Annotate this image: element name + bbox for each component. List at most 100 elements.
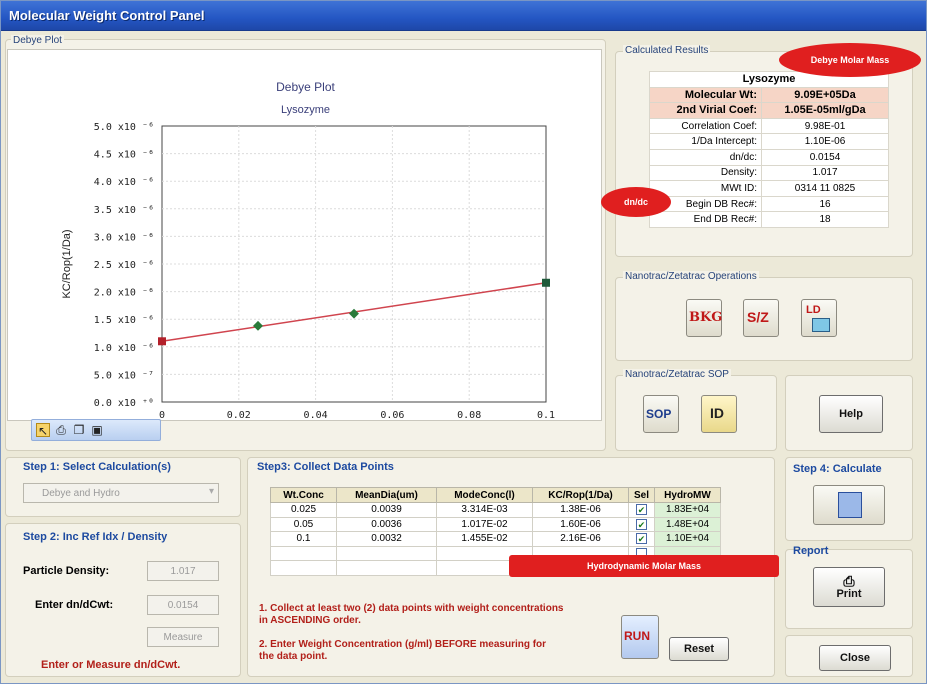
column-header: Wt.Conc — [270, 487, 337, 503]
print-icon[interactable]: ⎙ — [54, 423, 68, 437]
calculator-icon — [838, 492, 862, 518]
printer-icon: ⎙ — [843, 573, 855, 589]
step1-label: Step 1: Select Calculation(s) — [23, 461, 171, 473]
y-tick-label: 0.0 x10 ⁺⁰ — [94, 398, 154, 409]
cell[interactable]: 0.025 — [270, 502, 337, 518]
dndc-callout: dn/dc — [601, 187, 671, 217]
sz-button[interactable]: S/Z — [743, 299, 779, 337]
dndc-input[interactable]: 0.0154 — [147, 595, 219, 615]
column-header: MeanDia(um) — [336, 487, 437, 503]
id-icon: ID — [710, 405, 724, 421]
result-value: 16 — [761, 195, 889, 213]
y-tick-label: 2.5 x10 ⁻⁶ — [94, 260, 154, 271]
step3-note-1: 1. Collect at least two (2) data points … — [259, 603, 564, 626]
help-button[interactable]: Help — [819, 395, 883, 433]
step2-label: Step 2: Inc Ref Idx / Density — [23, 531, 168, 543]
cell[interactable] — [270, 545, 337, 561]
result-key: End DB Rec#: — [649, 211, 762, 228]
run-button[interactable]: RUN — [621, 615, 659, 659]
debye-molar-mass-callout: Debye Molar Mass — [779, 43, 921, 77]
cell: ✔ — [628, 531, 655, 547]
close-button[interactable]: Close — [819, 645, 891, 671]
results-group-label: Calculated Results — [623, 45, 711, 56]
x-axis-label: Weight Concentration — [301, 421, 407, 422]
window-title: Molecular Weight Control Panel — [9, 8, 205, 23]
column-header: HydroMW — [654, 487, 721, 503]
reset-button[interactable]: Reset — [669, 637, 729, 661]
results-table: Lysozyme Molecular Wt: 9.09E+05Da 2nd Vir… — [649, 71, 889, 228]
x-tick-label: 0.08 — [457, 410, 481, 421]
result-value: 1.017 — [761, 164, 889, 182]
y-tick-label: 1.5 x10 ⁻⁶ — [94, 315, 154, 326]
y-tick-label: 2.0 x10 ⁻⁶ — [94, 288, 154, 299]
x-tick-label: 0.04 — [304, 410, 328, 421]
cell: 2.16E-06 — [532, 531, 629, 547]
result-value: 18 — [761, 211, 889, 228]
y-tick-label: 5.0 x10 ⁻⁶ — [94, 122, 154, 133]
intercept-point — [158, 337, 166, 346]
print-button[interactable]: ⎙ Print — [813, 567, 885, 607]
beaker-icon — [812, 318, 830, 332]
cell[interactable]: 0.05 — [270, 516, 337, 532]
cell: 0.0036 — [336, 516, 437, 532]
pointer-icon[interactable]: ↖ — [36, 423, 50, 438]
table-row[interactable]: 0.05 0.0036 1.017E-02 1.60E-06 ✔ 1.48E+0… — [270, 516, 721, 532]
y-tick-label: 3.5 x10 ⁻⁶ — [94, 205, 154, 216]
calculation-select-value: Debye and Hydro — [42, 487, 120, 499]
sop-group — [615, 375, 777, 451]
cell: 1.10E+04 — [654, 531, 721, 547]
result-value: 1.10E-06 — [761, 133, 889, 150]
cell: 0.0039 — [336, 502, 437, 518]
debye-plot-group-label: Debye Plot — [11, 35, 64, 46]
y-tick-label: 4.5 x10 ⁻⁶ — [94, 150, 154, 161]
load-button[interactable]: LD — [801, 299, 837, 337]
ld-icon: LD — [806, 304, 821, 316]
result-key: Molecular Wt: — [649, 86, 762, 104]
step2-hint: Enter or Measure dn/dCwt. — [41, 659, 181, 671]
cell: 3.314E-03 — [436, 502, 533, 518]
calculation-select[interactable]: Debye and Hydro ▾ — [23, 483, 219, 503]
bkg-icon: BKG — [689, 310, 723, 325]
background-button[interactable]: BKG — [686, 299, 722, 337]
sop-group-label: Nanotrac/Zetatrac SOP — [623, 369, 731, 380]
title-bar[interactable]: Molecular Weight Control Panel — [1, 1, 926, 31]
result-value: 1.05E-05ml/gDa — [761, 102, 889, 119]
cell: 1.83E+04 — [654, 502, 721, 518]
sop-button[interactable]: SOP — [643, 395, 679, 433]
sel-checkbox[interactable]: ✔ — [636, 518, 647, 530]
run-icon: RUN — [624, 629, 650, 643]
particle-density-label: Particle Density: — [23, 565, 110, 577]
table-row[interactable]: 0.1 0.0032 1.455E-02 2.16E-06 ✔ 1.10E+04 — [270, 531, 721, 547]
save-icon[interactable]: ▣ — [90, 423, 104, 437]
column-header: Sel — [628, 487, 655, 503]
column-header: KC/Rop(1/Da) — [532, 487, 629, 503]
cell: 1.017E-02 — [436, 516, 533, 532]
y-tick-label: 4.0 x10 ⁻⁶ — [94, 177, 154, 188]
hydrodynamic-molar-mass-callout: Hydrodynamic Molar Mass — [509, 555, 779, 577]
table-row[interactable]: 0.025 0.0039 3.314E-03 1.38E-06 ✔ 1.83E+… — [270, 502, 721, 518]
x-tick-label: 0.06 — [380, 410, 404, 421]
control-panel-window: Molecular Weight Control Panel Debye Plo… — [0, 0, 927, 684]
debye-plot: Debye Plot Lysozyme 0.0 x10 ⁺⁰ 5.0 x10 ⁻⁷… — [7, 49, 602, 422]
id-button[interactable]: ID — [701, 395, 737, 433]
cell: ✔ — [628, 502, 655, 518]
data-point — [542, 278, 550, 287]
cell: 1.455E-02 — [436, 531, 533, 547]
copy-icon[interactable]: ❐ — [72, 423, 86, 437]
measure-button[interactable]: Measure — [147, 627, 219, 647]
cell[interactable]: 0.1 — [270, 531, 337, 547]
step4-label: Step 4: Calculate — [793, 463, 882, 475]
sel-checkbox[interactable]: ✔ — [636, 504, 647, 516]
result-key: Density: — [649, 164, 762, 182]
operations-group-label: Nanotrac/Zetatrac Operations — [623, 271, 759, 282]
result-value: 9.98E-01 — [761, 117, 889, 135]
cell: 1.48E+04 — [654, 516, 721, 532]
sel-checkbox[interactable]: ✔ — [636, 533, 647, 545]
calculate-button[interactable] — [813, 485, 885, 525]
particle-density-input[interactable]: 1.017 — [147, 561, 219, 581]
result-value: 0314 11 0825 — [761, 180, 889, 197]
y-axis-label: KC/Rop(1/Da) — [61, 229, 73, 298]
sz-icon: S/Z — [747, 309, 769, 325]
result-value: 9.09E+05Da — [761, 86, 889, 104]
cell[interactable] — [270, 560, 337, 576]
